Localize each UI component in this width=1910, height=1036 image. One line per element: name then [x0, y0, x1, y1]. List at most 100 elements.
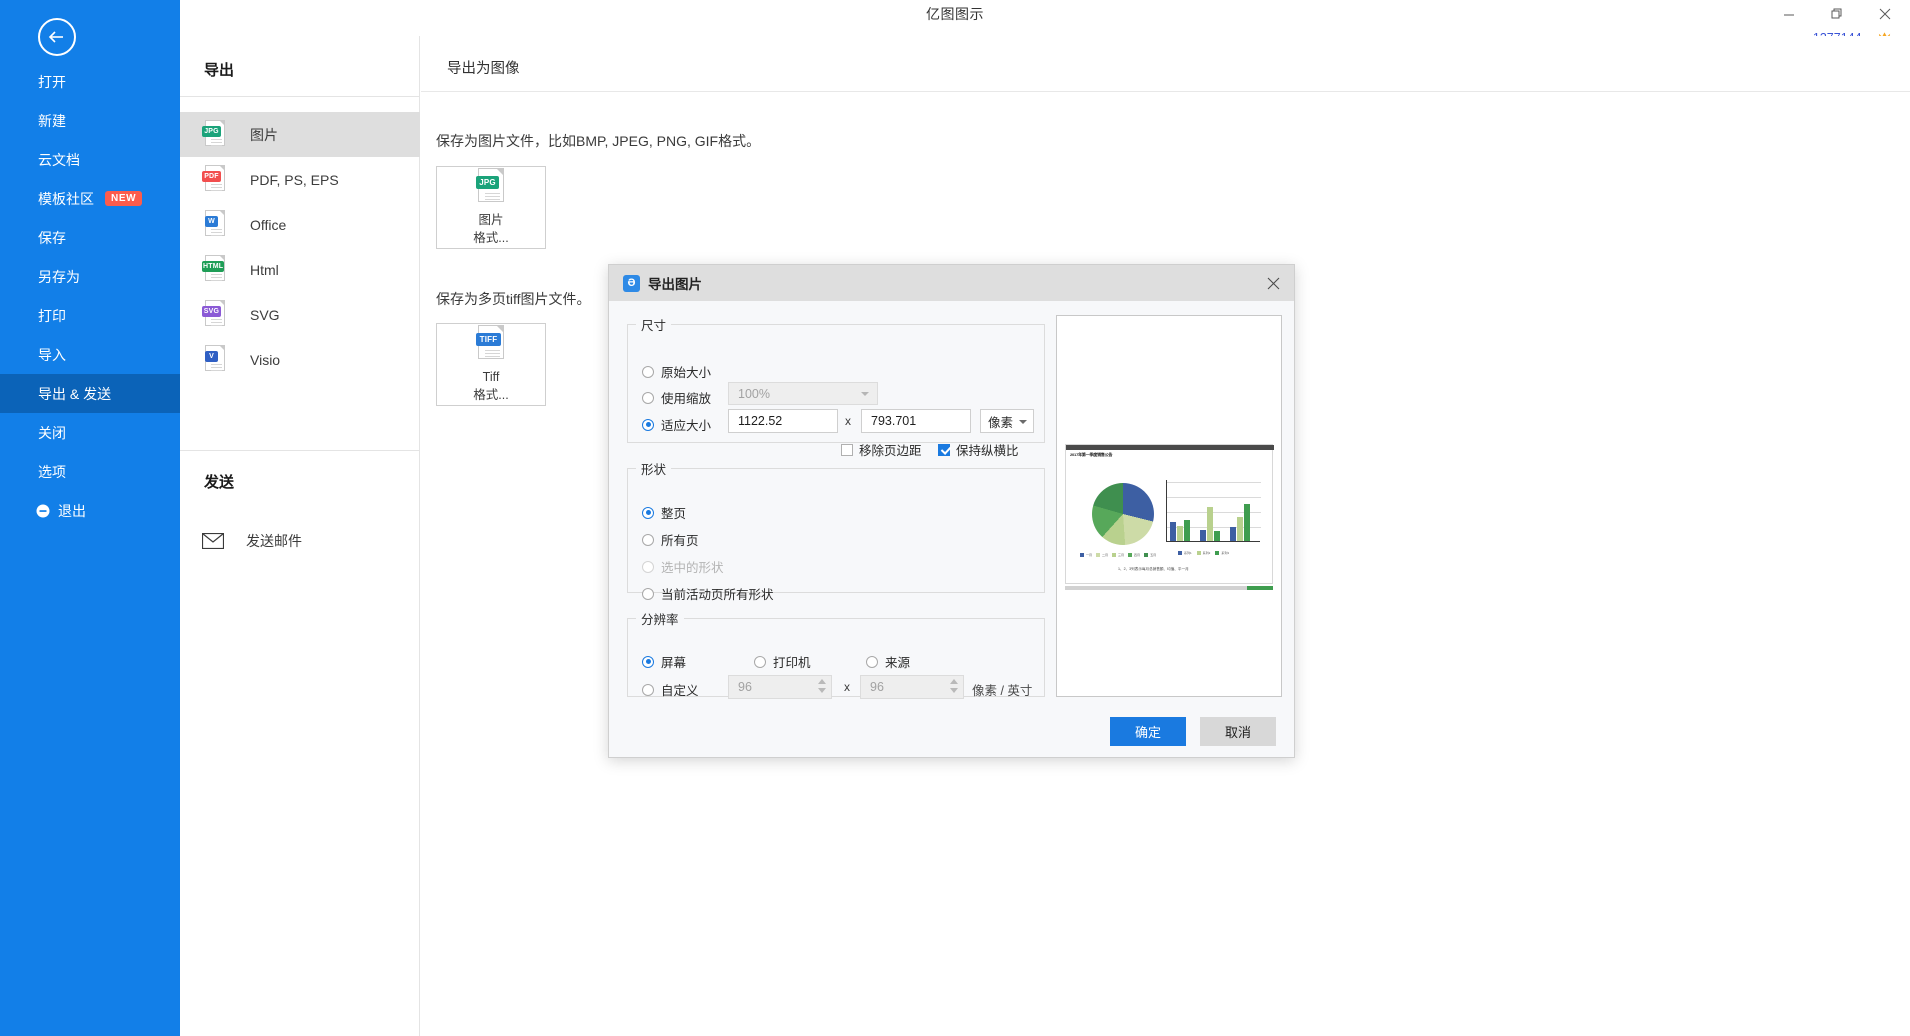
sidebar-item-export-and-send[interactable]: 导出 & 发送 [0, 374, 180, 413]
sidebar-item-import[interactable]: 导入 [0, 335, 180, 374]
preview-footnote: 1、2、3列表示每月总销售额、均值、平一月 [1118, 567, 1189, 571]
category-item-html[interactable]: HTML Html [180, 247, 420, 292]
sidebar-item-open[interactable]: 打开 [0, 62, 180, 101]
application-window: 亿图图示 1377144... [0, 0, 1910, 1036]
radio-indicator [642, 418, 654, 431]
minimize-icon[interactable] [1780, 5, 1798, 23]
tiff-card-line2: 格式... [473, 388, 509, 402]
dpi-x-value: 96 [738, 680, 752, 694]
category-item-image[interactable]: JPG 图片 [180, 112, 420, 157]
shape-group-legend: 形状 [641, 463, 667, 477]
checkbox-indicator [938, 443, 950, 456]
sidebar-item-new[interactable]: 新建 [0, 101, 180, 140]
radio-all-pages[interactable]: 所有页 [642, 530, 699, 549]
category-item-label: SVG [250, 306, 280, 323]
divider [180, 450, 420, 451]
sidebar-item-cloud-docs[interactable]: 云文档 [0, 140, 180, 179]
tiff-format-card[interactable]: TIFF Tiff 格式... [436, 323, 546, 406]
checkbox-remove-margin[interactable]: 移除页边距 [841, 440, 922, 459]
image-card-line1: 图片 [478, 213, 504, 227]
category-item-office[interactable]: W Office [180, 202, 420, 247]
radio-whole-page[interactable]: 整页 [642, 503, 686, 522]
sidebar-item-options[interactable]: 选项 [0, 452, 180, 491]
radio-indicator [642, 506, 654, 519]
resolution-group: 分辨率 屏幕 打印机 来源 自定义 96 x 96 像素 / 英寸 [627, 609, 1045, 699]
jpg-file-icon-large: JPG [474, 168, 508, 206]
send-email-item[interactable]: 发送邮件 [202, 531, 302, 551]
restore-icon[interactable] [1828, 5, 1846, 23]
radio-indicator [642, 655, 654, 668]
height-value: 793.701 [871, 414, 917, 428]
checkbox-indicator [841, 443, 853, 456]
tiff-card-line1: Tiff [482, 370, 500, 384]
category-item-visio[interactable]: V Visio [180, 337, 420, 382]
dpi-y-value: 96 [870, 680, 884, 694]
ok-button[interactable]: 确定 [1110, 717, 1186, 746]
pdf-file-icon: PDF [202, 164, 228, 195]
radio-label: 打印机 [773, 656, 811, 670]
radio-source[interactable]: 来源 [866, 652, 910, 671]
cancel-button[interactable]: 取消 [1200, 717, 1276, 746]
radio-active-page-shapes[interactable]: 当前活动页所有形状 [642, 584, 774, 603]
radio-indicator [642, 391, 654, 404]
dialog-footer: 确定 取消 [609, 717, 1296, 746]
dpi-unit-label: 像素 / 英寸 [972, 684, 1033, 698]
dialog-titlebar: Ə 导出图片 [609, 265, 1294, 301]
radio-use-scale[interactable]: 使用缩放 [642, 388, 711, 407]
window-titlebar: 亿图图示 1377144... [0, 0, 1910, 45]
back-button[interactable] [38, 18, 76, 56]
edraw-logo-icon: Ə [623, 274, 640, 292]
sidebar-item-save[interactable]: 保存 [0, 218, 180, 257]
unit-select[interactable]: 像素 [980, 409, 1034, 433]
export-category-list: JPG 图片 PDF PDF, PS, EPS W Office HTML Ht… [180, 112, 420, 382]
category-item-label: Office [250, 216, 287, 233]
dpi-separator: x [844, 680, 850, 694]
category-item-pdf[interactable]: PDF PDF, PS, EPS [180, 157, 420, 202]
radio-label: 自定义 [661, 684, 699, 698]
preview-bar-chart [1166, 480, 1261, 542]
chevron-down-icon [1019, 420, 1027, 424]
divider [180, 96, 420, 97]
close-icon[interactable] [1876, 5, 1894, 23]
export-category-column: 导出 JPG 图片 PDF PDF, PS, EPS W Office HTML… [180, 36, 420, 1036]
sidebar-item-label: 新建 [38, 112, 66, 129]
sidebar-item-template-community[interactable]: 模板社区 NEW [0, 179, 180, 218]
sidebar-nav: 打开 新建 云文档 模板社区 NEW 保存 另存为 打印 导入 导出 & 发送 … [0, 62, 180, 530]
radio-indicator [866, 655, 878, 668]
radio-printer[interactable]: 打印机 [754, 652, 811, 671]
sidebar-item-label: 导入 [38, 346, 66, 363]
shape-group: 形状 整页 所有页 选中的形状 当前活动页所有形状 [627, 459, 1045, 602]
dpi-x-input[interactable]: 96 [728, 675, 832, 699]
sidebar-item-label: 退出 [58, 502, 86, 519]
spinner-arrows[interactable] [818, 679, 826, 693]
width-input[interactable]: 1122.52 [728, 409, 838, 433]
radio-label: 当前活动页所有形状 [661, 588, 774, 602]
image-format-card[interactable]: JPG 图片 格式... [436, 166, 546, 249]
sidebar-item-save-as[interactable]: 另存为 [0, 257, 180, 296]
radio-indicator [642, 533, 654, 546]
checkbox-keep-ratio[interactable]: 保持纵横比 [938, 440, 1019, 459]
sidebar-item-exit[interactable]: 退出 [0, 491, 180, 530]
sidebar-item-label: 导出 & 发送 [38, 385, 112, 402]
radio-fit-size[interactable]: 适应大小 [642, 415, 711, 434]
height-input[interactable]: 793.701 [861, 409, 971, 433]
scale-select[interactable]: 100% [728, 382, 878, 405]
radio-label: 整页 [661, 507, 687, 521]
category-item-svg[interactable]: SVG SVG [180, 292, 420, 337]
preview-chart-title: 2017年第一季度销售公告 [1070, 452, 1113, 457]
dpi-y-input[interactable]: 96 [860, 675, 964, 699]
back-arrow-icon [48, 31, 63, 43]
sidebar-item-print[interactable]: 打印 [0, 296, 180, 335]
spinner-arrows[interactable] [950, 679, 958, 693]
close-icon[interactable] [1264, 274, 1282, 292]
radio-original-size[interactable]: 原始大小 [642, 362, 711, 381]
app-title: 亿图图示 [926, 6, 984, 22]
sidebar-item-close[interactable]: 关闭 [0, 413, 180, 452]
sidebar-item-label: 模板社区 [38, 190, 94, 207]
sidebar-item-label: 选项 [38, 463, 66, 480]
visio-file-icon: V [202, 344, 228, 375]
radio-custom[interactable]: 自定义 [642, 680, 699, 699]
radio-screen[interactable]: 屏幕 [642, 652, 686, 671]
preview-page-strip [1065, 586, 1273, 590]
category-item-label: 图片 [250, 126, 278, 143]
